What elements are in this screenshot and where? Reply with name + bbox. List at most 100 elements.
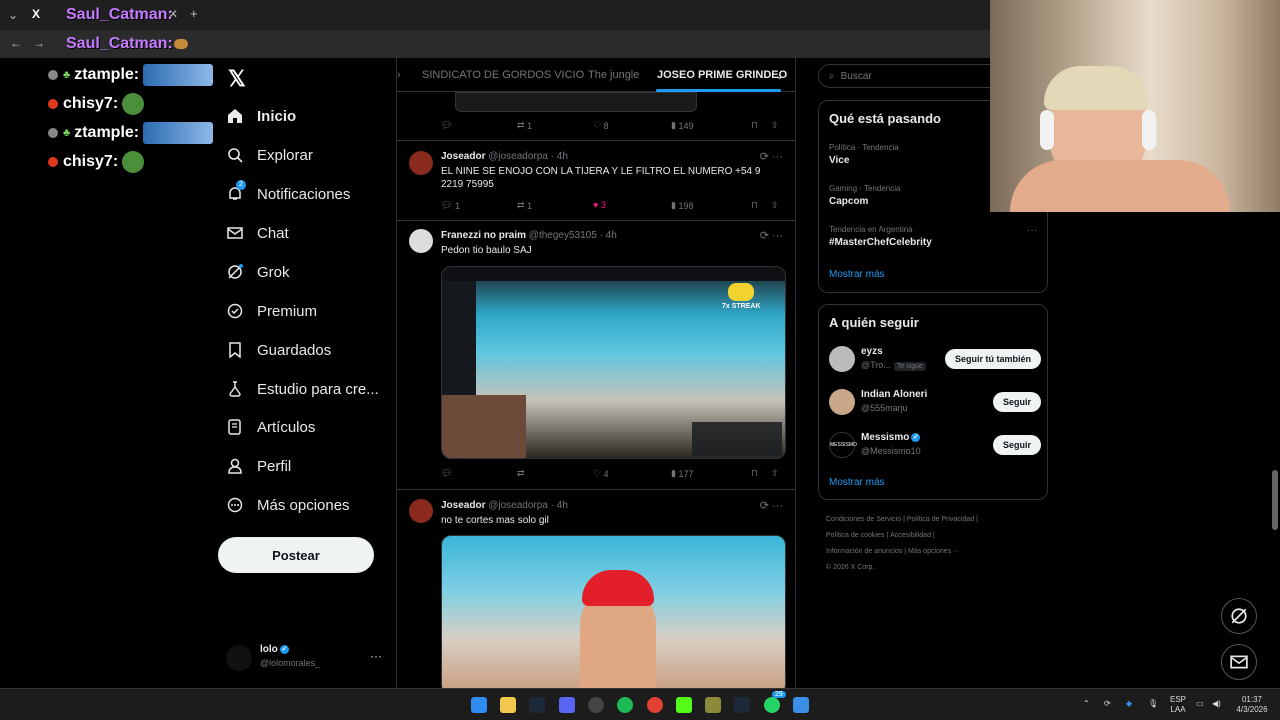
tab-sindicato[interactable]: SINDICATO DE GORDOS VICIO bbox=[422, 69, 584, 81]
scroll-left-icon[interactable]: › bbox=[397, 69, 401, 81]
steam-icon[interactable] bbox=[529, 697, 545, 713]
tab-joseo-prime[interactable]: JOSEO PRIME GRINDEO bbox=[657, 69, 787, 81]
network-icon[interactable]: ▭ bbox=[1196, 699, 1204, 709]
volume-icon[interactable]: ◀︎) bbox=[1212, 699, 1221, 709]
views-icon[interactable]: ▮ 149 bbox=[671, 120, 693, 131]
follow-name-row[interactable]: Messismo ✓ bbox=[861, 432, 921, 443]
trend-name[interactable]: #MasterChefCelebrity bbox=[829, 237, 932, 248]
follow-button[interactable]: Seguir bbox=[992, 392, 1041, 412]
x-tab-favicon[interactable]: X bbox=[32, 7, 40, 21]
tab-the-jungle[interactable]: The jungle bbox=[588, 69, 639, 81]
footer-link[interactable]: Política de cookies bbox=[826, 532, 884, 539]
share-icon[interactable]: ⇧ bbox=[771, 200, 779, 211]
reply-icon[interactable]: 💬︎ bbox=[441, 468, 452, 479]
footer-link[interactable]: Accesibilidad bbox=[890, 532, 931, 539]
sidebar-item-chat[interactable]: Chat bbox=[226, 218, 289, 248]
avatar[interactable] bbox=[829, 389, 855, 415]
footer-link[interactable]: Información de anuncios bbox=[826, 548, 902, 555]
grok-fab-button[interactable] bbox=[1221, 598, 1257, 634]
notepad-icon[interactable] bbox=[793, 697, 809, 713]
more-icon[interactable]: ⟳ ··· bbox=[760, 229, 783, 242]
avatar[interactable] bbox=[829, 346, 855, 372]
search-input[interactable]: Buscar bbox=[841, 71, 872, 82]
sidebar-item-inicio[interactable]: Inicio bbox=[226, 101, 296, 131]
back-icon[interactable]: ← bbox=[10, 36, 22, 50]
start-icon[interactable] bbox=[471, 697, 487, 713]
tweet-author[interactable]: Joseador @joseadorpa · 4h bbox=[441, 500, 568, 511]
clock[interactable]: 01:37 4/3/2026 bbox=[1232, 695, 1272, 715]
footer-link[interactable]: Condiciones de Servicio bbox=[826, 516, 901, 523]
whatsapp-icon[interactable] bbox=[764, 697, 780, 713]
steam-icon[interactable] bbox=[734, 697, 750, 713]
kick-icon[interactable] bbox=[676, 697, 692, 713]
share-icon[interactable]: ⇧ bbox=[771, 468, 779, 479]
avatar[interactable]: MESSISMO bbox=[829, 432, 857, 458]
avatar[interactable] bbox=[409, 499, 433, 523]
tweet-media-image[interactable] bbox=[441, 535, 786, 688]
footer-link[interactable]: Política de Privacidad bbox=[907, 516, 974, 523]
views-icon[interactable]: ▮ 177 bbox=[671, 468, 693, 479]
views-icon[interactable]: ▮ 198 bbox=[671, 200, 693, 211]
show-more-follow-link[interactable]: Mostrar más bbox=[829, 477, 885, 488]
more-icon[interactable]: ··· bbox=[1027, 225, 1037, 236]
follow-back-button[interactable]: Seguir tú también bbox=[944, 349, 1041, 369]
repost-icon[interactable]: ⇄ bbox=[517, 468, 525, 479]
account-switcher[interactable]: lolo ✓ @lolomorales_ ··· bbox=[226, 643, 386, 673]
more-icon[interactable]: ⟳ ··· bbox=[760, 150, 783, 163]
page-scrollbar[interactable] bbox=[1272, 470, 1278, 530]
app-icon[interactable] bbox=[705, 697, 721, 713]
tweet-media[interactable] bbox=[455, 92, 697, 112]
sidebar-item-grok[interactable]: Grok bbox=[226, 257, 290, 287]
tweet-author[interactable]: Joseador @joseadorpa · 4h bbox=[441, 151, 568, 162]
reply-icon[interactable]: 💬︎ 1 bbox=[441, 200, 460, 211]
chevron-up-icon[interactable]: ⌃ bbox=[1083, 699, 1090, 709]
footer-link[interactable]: Más opciones ··· bbox=[908, 548, 960, 555]
avatar[interactable] bbox=[409, 151, 433, 175]
repost-icon[interactable]: ⇄ 1 bbox=[517, 200, 532, 211]
tray-icon[interactable]: ◆ bbox=[1126, 699, 1132, 709]
microphone-icon[interactable]: 🎙︎ bbox=[1148, 699, 1158, 709]
reply-icon[interactable]: 💬︎ bbox=[441, 120, 452, 131]
sidebar-item-guardados[interactable]: Guardados bbox=[226, 335, 331, 365]
sidebar-item-notificaciones[interactable]: 2 Notificaciones bbox=[226, 179, 350, 209]
follow-name[interactable]: Indian Aloneri bbox=[861, 389, 927, 400]
tray-icon[interactable]: ⟳ bbox=[1104, 699, 1111, 709]
file-explorer-icon[interactable] bbox=[500, 697, 516, 713]
sidebar-item-estudio[interactable]: Estudio para cre... bbox=[226, 374, 379, 404]
avatar[interactable] bbox=[409, 229, 433, 253]
messages-fab-button[interactable] bbox=[1221, 644, 1257, 680]
tab-list-icon[interactable]: ⌄ bbox=[8, 8, 18, 22]
tweet-media-video[interactable]: 7x STREAK bbox=[441, 266, 786, 459]
sidebar-item-explorar[interactable]: Explorar bbox=[226, 140, 313, 170]
show-more-trends-link[interactable]: Mostrar más bbox=[829, 269, 885, 280]
bookmark-icon[interactable]: ⊓ bbox=[751, 120, 758, 131]
more-icon[interactable]: ··· bbox=[370, 649, 382, 663]
like-icon[interactable]: ♡ 8 bbox=[593, 120, 609, 131]
discord-icon[interactable] bbox=[559, 697, 575, 713]
spotify-icon[interactable] bbox=[617, 697, 633, 713]
chrome-icon[interactable] bbox=[647, 697, 663, 713]
follow-button[interactable]: Seguir bbox=[992, 435, 1041, 455]
post-button[interactable]: Postear bbox=[218, 537, 374, 573]
trend-name[interactable]: Vice bbox=[829, 155, 849, 166]
x-logo-icon[interactable]: 𝕏 bbox=[228, 66, 246, 92]
share-icon[interactable]: ⇧ bbox=[771, 120, 779, 131]
like-icon[interactable]: ♡ 4 bbox=[593, 468, 609, 479]
follow-name[interactable]: eyzs bbox=[861, 346, 883, 357]
sidebar-item-perfil[interactable]: Perfil bbox=[226, 451, 291, 481]
repost-icon[interactable]: ⇄ 1 bbox=[517, 120, 532, 131]
forward-icon[interactable]: → bbox=[33, 36, 45, 50]
bookmark-icon[interactable]: ⊓ bbox=[751, 468, 758, 479]
tweet-author[interactable]: Franezzi no praim @thegey53105 · 4h bbox=[441, 230, 617, 241]
sidebar-item-premium[interactable]: Premium bbox=[226, 296, 317, 326]
sidebar-item-mas-opciones[interactable]: Más opciones bbox=[226, 490, 350, 520]
chevron-down-icon[interactable]: ⌄ bbox=[775, 69, 784, 82]
like-icon[interactable]: ♥ 3 bbox=[593, 200, 606, 210]
new-tab-icon[interactable]: + bbox=[190, 6, 198, 21]
language-indicator[interactable]: ESP LAA bbox=[1170, 695, 1186, 715]
sidebar-item-articulos[interactable]: Artículos bbox=[226, 412, 315, 442]
trend-name[interactable]: Capcom bbox=[829, 196, 868, 207]
app-icon[interactable] bbox=[588, 697, 604, 713]
bookmark-icon[interactable]: ⊓ bbox=[751, 200, 758, 211]
more-icon[interactable]: ⟳ ··· bbox=[760, 499, 783, 512]
